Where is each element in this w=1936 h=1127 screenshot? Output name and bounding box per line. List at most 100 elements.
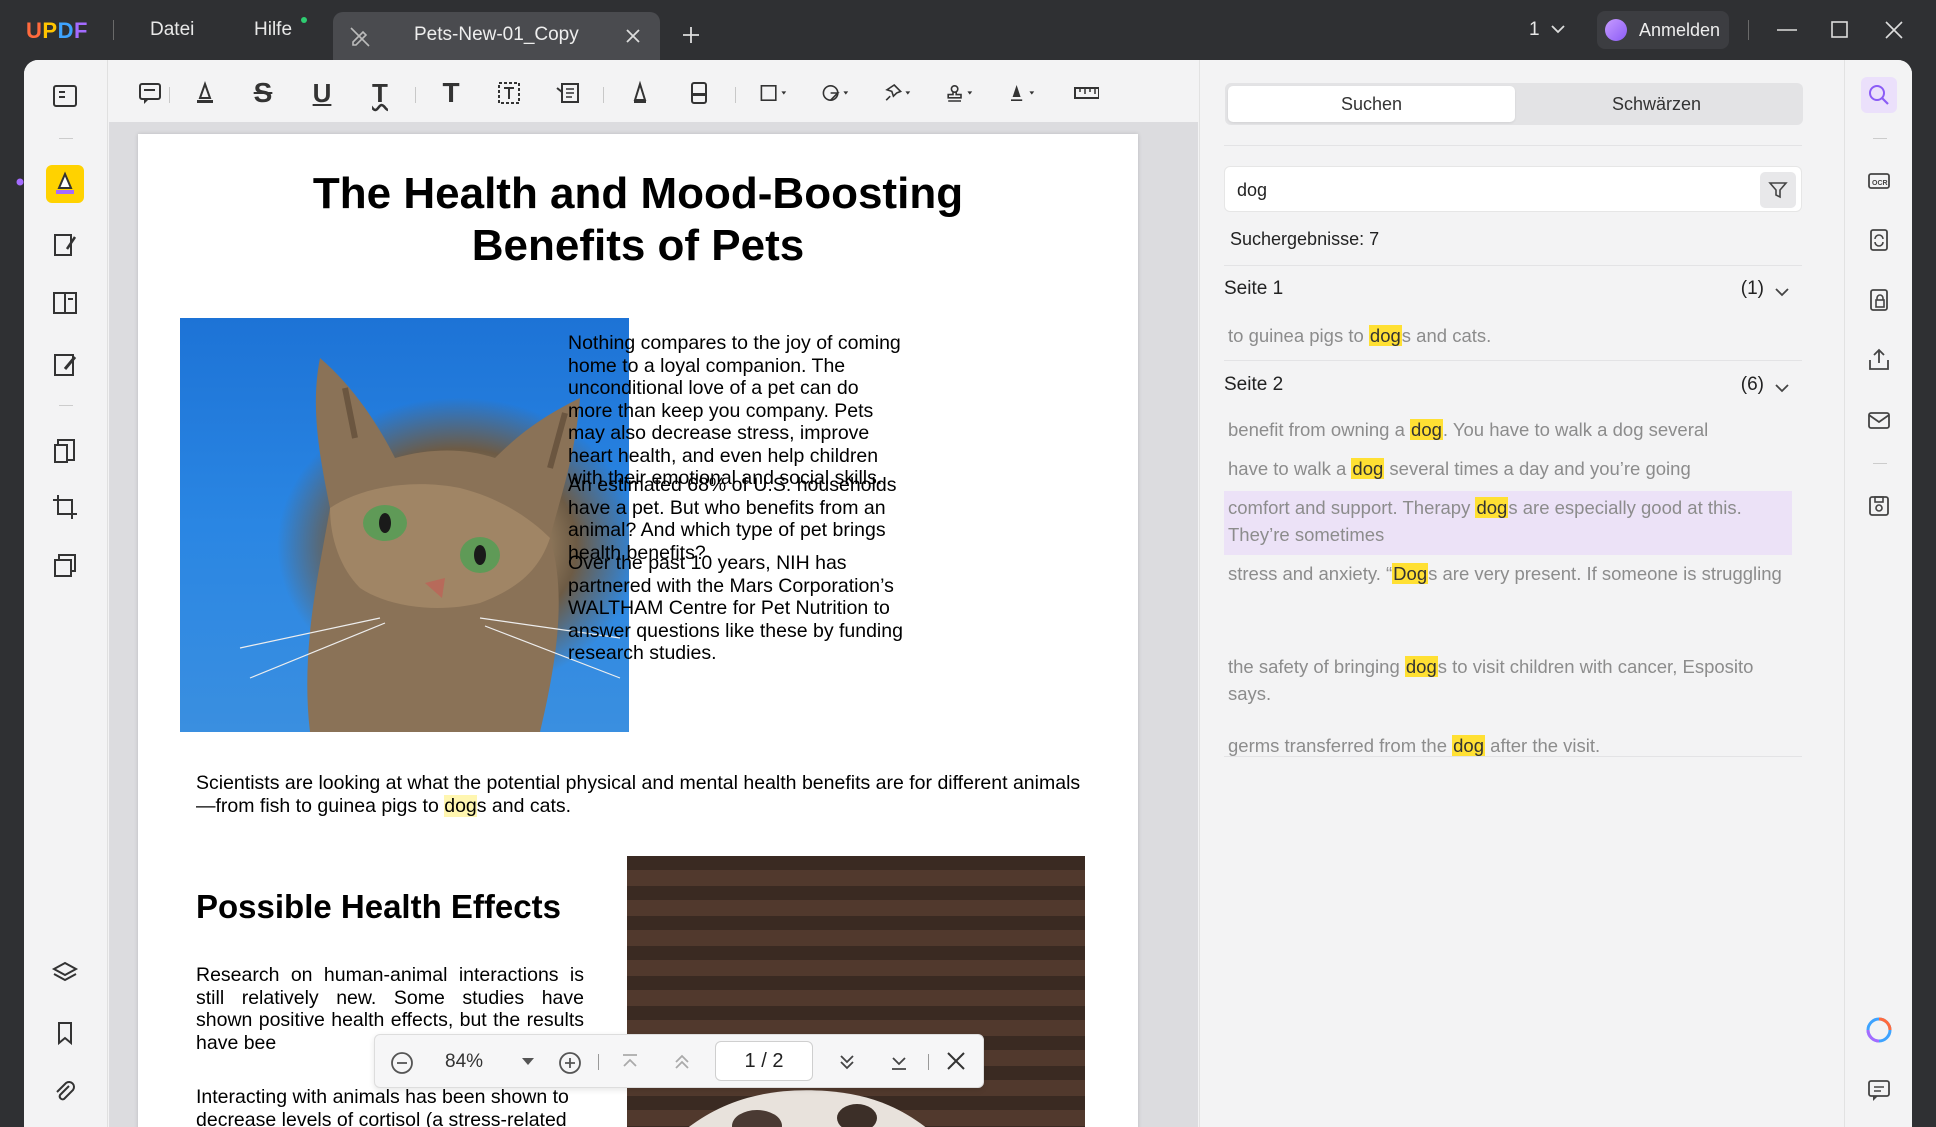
filter-button[interactable] [1760,172,1796,208]
search-result-item-selected[interactable]: comfort and support. Therapy dogs are es… [1224,491,1792,555]
search-result-item[interactable]: have to walk a dog several times a day a… [1224,455,1792,482]
paragraph-nih: Over the past 10 years, NIH has partnere… [568,552,903,664]
search-input[interactable] [1237,177,1737,203]
filter-icon [1768,182,1788,199]
update-dot [301,17,307,23]
protect-icon[interactable] [1861,282,1897,318]
zoom-out-icon[interactable] [389,1050,415,1076]
search-panel: Suchen Schwärzen Suchergebnisse: 7 Seite… [1199,60,1843,1127]
new-tab-icon[interactable] [682,26,700,44]
text-callout-icon[interactable] [552,77,584,109]
tab-title: Pets-New-01_Copy [414,24,579,45]
measure-icon[interactable] [1070,77,1102,109]
divider [1748,20,1749,40]
paragraph-scientists: Scientists are looking at what the poten… [196,772,1081,817]
organize-pages-icon[interactable] [46,547,84,585]
signin-button[interactable]: Anmelden [1597,11,1729,49]
search-result-item[interactable]: to guinea pigs to dogs and cats. [1224,322,1792,349]
menu-file[interactable]: Datei [150,19,194,41]
close-window-icon[interactable] [1884,20,1904,40]
zoom-level[interactable]: 84% [445,1051,483,1073]
stamp-icon[interactable] [945,77,977,109]
shape-icon[interactable] [759,77,791,109]
text-icon[interactable]: T [435,77,467,109]
pin-icon[interactable] [883,77,915,109]
panel-indicator-dot [16,178,24,186]
pdf-page: The Health and Mood-Boosting Benefits of… [138,134,1138,1127]
attachment-icon[interactable] [46,1073,84,1111]
search-icon[interactable] [1861,77,1897,113]
chevron-down-icon[interactable] [1550,23,1566,35]
layers-icon[interactable] [46,954,84,992]
avatar [1605,19,1627,41]
group-label: Seite 2 [1224,374,1284,395]
next-page-icon[interactable] [835,1050,859,1074]
share-icon[interactable] [1861,342,1897,378]
page-organize-icon[interactable] [46,284,84,322]
minimize-icon[interactable] [1775,20,1799,40]
app-frame: S U T T The Health and Mood-Boosting Ben… [24,60,1912,1127]
search-result-item[interactable]: benefit from owning a dog. You have to w… [1224,416,1792,443]
result-group-page-2[interactable]: Seite 2 (6) [1224,374,1802,404]
form-icon[interactable] [46,346,84,384]
crop-icon[interactable] [46,488,84,526]
tab-search[interactable]: Suchen [1228,86,1515,122]
first-page-icon[interactable] [618,1050,642,1074]
comment-mode-icon[interactable] [46,165,84,203]
group-count: (1) [1740,278,1764,299]
chevron-down-icon[interactable] [1774,382,1790,394]
right-toolbar: OCR [1844,60,1912,1127]
tab-redact[interactable]: Schwärzen [1513,86,1800,122]
annotation-toolbar: S U T T [109,60,1198,122]
page-number-input[interactable]: 1 / 2 [715,1041,813,1081]
close-tab-icon[interactable] [625,28,641,44]
document-title: The Health and Mood-Boosting Benefits of… [312,169,964,270]
sticky-note-icon[interactable] [134,77,166,109]
zoom-in-icon[interactable] [557,1050,583,1076]
email-icon[interactable] [1861,402,1897,438]
chevron-down-icon[interactable] [1774,286,1790,298]
search-result-item[interactable]: germs transferred from the dog after the… [1224,732,1792,759]
convert-pdf-icon[interactable] [1861,222,1897,258]
left-sidebar [24,60,108,1127]
signature-icon[interactable] [1007,77,1039,109]
zoom-dropdown-icon[interactable] [521,1057,535,1067]
signin-label: Anmelden [1639,20,1721,40]
edit-off-icon [350,27,370,47]
squiggly-icon[interactable]: T [364,77,396,109]
comments-list-icon[interactable] [1861,1072,1897,1108]
paragraph-intro: Nothing compares to the joy of coming ho… [568,332,901,489]
search-hit-highlight: dog [444,794,477,817]
eraser-icon[interactable] [683,77,715,109]
reader-mode-icon[interactable] [46,77,84,115]
sticker-icon[interactable] [821,77,853,109]
search-result-item[interactable]: the safety of bringing dogs to visit chi… [1224,653,1792,707]
bookmark-icon[interactable] [46,1014,84,1052]
save-icon[interactable] [1861,488,1897,524]
strikethrough-icon[interactable]: S [247,77,279,109]
ocr-icon[interactable]: OCR [1861,163,1897,199]
group-count: (6) [1740,374,1764,395]
result-group-page-1[interactable]: Seite 1 (1) [1224,278,1802,308]
previous-page-icon[interactable] [670,1050,694,1074]
title-bar: UPDF Datei Hilfe Pets-New-01_Copy 1 Anme… [0,0,1936,60]
page-indicator[interactable]: 1 [1529,19,1540,41]
document-area: S U T T The Health and Mood-Boosting Ben… [109,60,1198,1127]
group-label: Seite 1 [1224,278,1284,299]
menu-help[interactable]: Hilfe [254,19,292,41]
underline-icon[interactable]: U [306,77,338,109]
pencil-icon[interactable] [624,77,656,109]
edit-pdf-icon[interactable] [46,226,84,264]
search-result-item[interactable]: stress and anxiety. “Dogs are very prese… [1224,560,1792,587]
last-page-icon[interactable] [887,1050,911,1074]
highlight-icon[interactable] [189,77,221,109]
search-field [1224,166,1802,212]
ai-assistant-icon[interactable] [1861,1012,1897,1048]
document-tab[interactable]: Pets-New-01_Copy [333,12,660,60]
text-box-icon[interactable] [493,77,525,109]
maximize-icon[interactable] [1830,20,1850,40]
convert-icon[interactable] [46,432,84,470]
svg-text:OCR: OCR [1872,180,1888,187]
close-navigation-icon[interactable] [945,1050,967,1072]
page-navigation-bar: 84% 1 / 2 [374,1034,984,1088]
